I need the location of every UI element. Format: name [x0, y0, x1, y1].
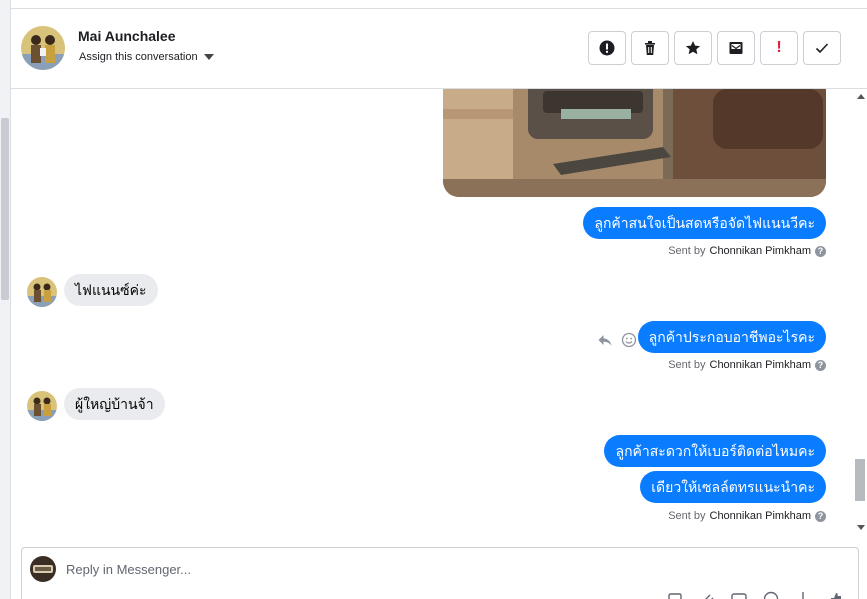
- thread-scrollbar[interactable]: [854, 89, 867, 538]
- sent-by-label: Sent by Chonnikan Pimkham ?: [668, 245, 826, 257]
- gif-icon[interactable]: [730, 590, 748, 599]
- mark-done-button[interactable]: [803, 31, 841, 65]
- help-icon[interactable]: ?: [815, 245, 826, 257]
- contact-avatar[interactable]: [21, 26, 65, 70]
- react-smiley-icon[interactable]: [621, 332, 637, 348]
- agent-name[interactable]: Chonnikan Pimkham: [710, 245, 812, 257]
- reply-composer: [21, 547, 859, 599]
- mark-spam-button[interactable]: !: [760, 31, 798, 65]
- star-icon: [685, 41, 701, 55]
- conversation-actions: !: [588, 31, 841, 65]
- sent-by-label: Sent by Chonnikan Pimkham ?: [668, 359, 826, 371]
- delete-button[interactable]: [631, 31, 669, 65]
- messenger-inbox-app: Mai Aunchalee Assign this conversation !: [0, 0, 867, 599]
- emoji-icon[interactable]: [762, 590, 780, 599]
- outgoing-message[interactable]: ลูกค้าประกอบอาชีพอะไรคะ: [637, 321, 826, 353]
- message-thread: ลูกค้าสนใจเป็นสดหรือจัดไฟแนนวีคะ Sent by…: [11, 89, 854, 538]
- like-icon[interactable]: [826, 590, 844, 599]
- outgoing-message[interactable]: ลูกค้าสนใจเป็นสดหรือจัดไฟแนนวีคะ: [583, 207, 826, 239]
- help-icon[interactable]: ?: [815, 510, 826, 522]
- left-scrollbar-thumb[interactable]: [1, 118, 9, 300]
- agent-name[interactable]: Chonnikan Pimkham: [710, 359, 812, 371]
- agent-name[interactable]: Chonnikan Pimkham: [710, 510, 812, 522]
- outgoing-message[interactable]: เดียวให้เซลล์ตทรแนะนำคะ: [640, 471, 826, 503]
- attach-icon[interactable]: [698, 590, 716, 599]
- sent-by-label: Sent by Chonnikan Pimkham ?: [668, 510, 826, 522]
- scroll-down-icon[interactable]: [857, 525, 865, 530]
- conversation-header: Mai Aunchalee Assign this conversation !: [11, 9, 867, 89]
- payment-icon[interactable]: [794, 590, 812, 599]
- sent-by-prefix: Sent by: [668, 359, 706, 371]
- thread-scrollbar-thumb[interactable]: [855, 459, 865, 501]
- help-icon[interactable]: ?: [815, 359, 826, 371]
- contact-avatar-small[interactable]: [27, 391, 57, 421]
- contact-avatar-small[interactable]: [27, 277, 57, 307]
- assign-conversation-dropdown[interactable]: Assign this conversation: [79, 51, 214, 63]
- assign-label: Assign this conversation: [79, 51, 198, 63]
- attachment-photo[interactable]: [443, 89, 826, 197]
- page-avatar: [30, 556, 56, 582]
- incoming-message[interactable]: ไฟแนนซ์ค่ะ: [64, 274, 158, 306]
- trash-icon: [645, 41, 655, 55]
- left-scrollbar[interactable]: [0, 0, 11, 599]
- scroll-up-icon[interactable]: [857, 94, 865, 99]
- exclamation-icon: !: [776, 39, 782, 56]
- move-to-inbox-button[interactable]: [717, 31, 755, 65]
- reply-icon[interactable]: [597, 332, 613, 348]
- alert-circle-icon: [599, 40, 615, 56]
- sent-by-prefix: Sent by: [668, 245, 706, 257]
- saved-reply-icon[interactable]: [666, 590, 684, 599]
- composer-tools: [666, 590, 844, 599]
- message-tools: [597, 332, 637, 348]
- reply-input[interactable]: [66, 558, 666, 580]
- alert-button[interactable]: [588, 31, 626, 65]
- outgoing-message[interactable]: ลูกค้าสะดวกให้เบอร์ติดต่อไหมคะ: [604, 435, 826, 467]
- caret-down-icon: [203, 54, 214, 60]
- incoming-message[interactable]: ผู้ใหญ่บ้านจ้า: [64, 388, 165, 420]
- contact-name[interactable]: Mai Aunchalee: [78, 28, 176, 44]
- check-icon: [815, 43, 829, 54]
- inbox-icon: [729, 42, 743, 54]
- sent-by-prefix: Sent by: [668, 510, 706, 522]
- star-button[interactable]: [674, 31, 712, 65]
